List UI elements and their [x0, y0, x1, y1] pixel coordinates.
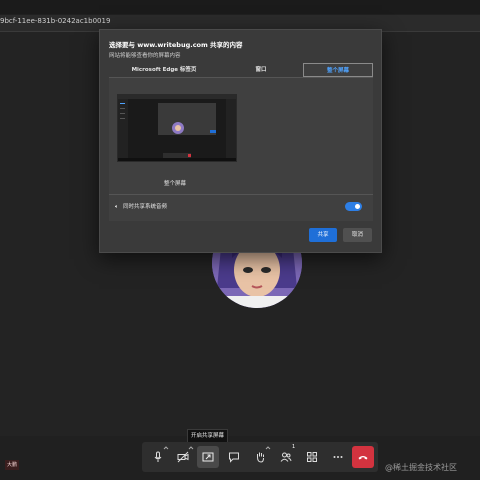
reactions-options-icon[interactable] [265, 445, 271, 451]
share-screen-icon [202, 452, 214, 462]
share-picker-dialog: 选择要与 www.writebug.com 共享的内容 网站将能够查看你的屏幕内… [99, 29, 382, 253]
apps-grid-icon [307, 452, 317, 462]
badge-label: 大鹏 [7, 462, 18, 468]
system-audio-label: 同时共享系统音频 [123, 204, 168, 210]
camera-options-icon[interactable] [188, 445, 194, 451]
participants-icon [280, 452, 292, 462]
microphone-options-icon[interactable] [163, 445, 169, 451]
name-badge: 大鹏 [5, 460, 20, 470]
watermark: @稀土掘金技术社区 [385, 463, 457, 472]
tab-edge-tabs[interactable]: Microsoft Edge 标签页 [109, 63, 219, 77]
system-audio-row: 🔈︎ 同时共享系统音频 [115, 202, 167, 211]
more-icon [333, 456, 343, 458]
end-call-icon [358, 456, 368, 460]
url-text[interactable]: 9bcf-11ee-831b-0242ac1b0019 [0, 17, 110, 25]
microphone-icon [154, 451, 162, 462]
more-button[interactable] [327, 446, 349, 468]
share-screen-tooltip: 开启共享屏幕 [187, 429, 229, 443]
share-source-panel: 整个屏幕 🔈︎ 同时共享系统音频 [109, 78, 373, 221]
tab-window[interactable]: 窗口 [219, 63, 303, 77]
system-audio-toggle[interactable] [345, 202, 362, 211]
camera-off-icon [177, 451, 189, 463]
participants-count-badge: 1 [292, 444, 296, 450]
window-title-bar [0, 0, 480, 14]
divider [109, 194, 373, 195]
screen-preview-image [118, 95, 236, 161]
share-source-tabs: Microsoft Edge 标签页 窗口 整个屏幕 [109, 63, 373, 78]
meeting-toolbar: 1 [142, 442, 378, 472]
chat-button[interactable] [223, 446, 245, 468]
tab-entire-screen[interactable]: 整个屏幕 [303, 63, 373, 77]
share-button[interactable]: 共享 [309, 228, 337, 242]
apps-button[interactable] [301, 446, 323, 468]
dialog-subtitle: 网站将能够查看你的屏幕内容 [109, 53, 181, 59]
cancel-button[interactable]: 取消 [343, 228, 372, 242]
end-call-button[interactable] [352, 446, 374, 468]
chat-icon [229, 452, 239, 463]
share-screen-button[interactable] [197, 446, 219, 468]
screen-thumbnail[interactable] [117, 94, 237, 162]
dialog-title: 选择要与 www.writebug.com 共享的内容 [109, 41, 243, 49]
raise-hand-icon [257, 452, 264, 463]
thumbnail-label: 整个屏幕 [164, 181, 187, 187]
speaker-icon: 🔈︎ [115, 204, 119, 210]
